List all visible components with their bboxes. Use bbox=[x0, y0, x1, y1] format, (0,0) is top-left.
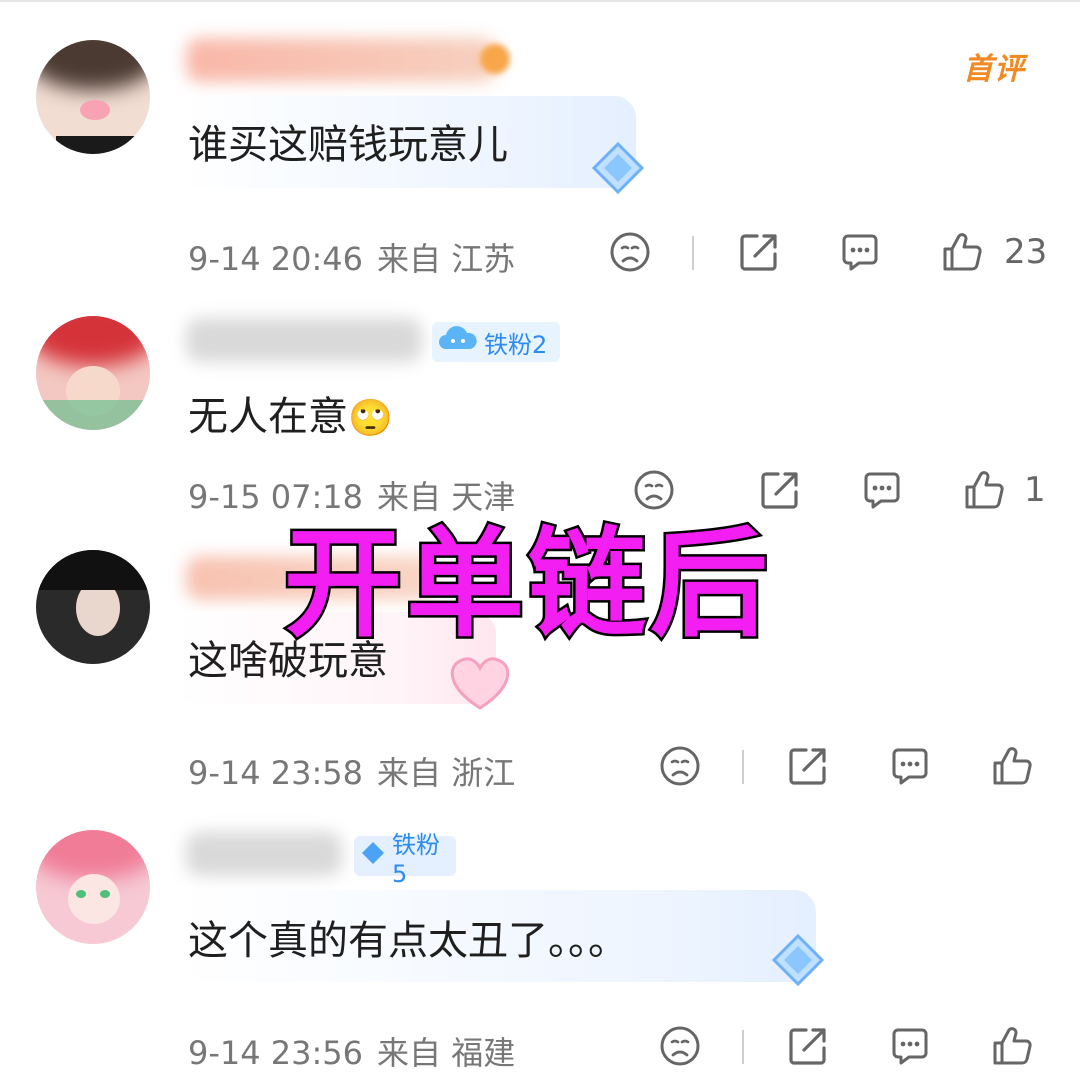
diamond-badge-icon bbox=[360, 840, 386, 872]
thumbs-up-icon[interactable] bbox=[940, 230, 984, 274]
thumbs-up-icon[interactable] bbox=[962, 468, 1006, 512]
comment-text-body: 无人在意 bbox=[188, 394, 348, 440]
comment-icon[interactable] bbox=[888, 744, 932, 788]
like-count: 1 bbox=[1024, 470, 1046, 510]
heart-icon bbox=[440, 650, 520, 718]
divider bbox=[692, 236, 694, 270]
dislike-face-icon[interactable] bbox=[658, 1024, 702, 1068]
avatar[interactable] bbox=[36, 40, 150, 154]
username-blurred[interactable] bbox=[186, 38, 496, 82]
diamond-icon bbox=[588, 140, 648, 200]
share-icon[interactable] bbox=[737, 230, 781, 274]
thumbs-up-icon[interactable] bbox=[990, 744, 1034, 788]
fan-badge: 铁粉2 bbox=[432, 322, 560, 362]
thumbs-up-icon[interactable] bbox=[990, 1024, 1034, 1068]
dislike-face-icon[interactable] bbox=[608, 230, 652, 274]
share-icon[interactable] bbox=[786, 1024, 830, 1068]
comment-text: 这个真的有点太丑了。。。 bbox=[188, 918, 628, 964]
comment-text: 无人在意🙄 bbox=[188, 384, 393, 442]
fan-badge-label: 铁粉5 bbox=[392, 830, 440, 888]
dislike-face-icon[interactable] bbox=[658, 744, 702, 788]
avatar[interactable] bbox=[36, 550, 150, 664]
comment-icon[interactable] bbox=[860, 468, 904, 512]
diamond-icon bbox=[768, 932, 828, 992]
comment-icon[interactable] bbox=[838, 230, 882, 274]
comment-text: 谁买这赔钱玩意儿 bbox=[188, 122, 508, 168]
level-icon bbox=[480, 44, 510, 74]
username-blurred[interactable] bbox=[186, 832, 342, 876]
divider bbox=[742, 750, 744, 784]
fan-badge-label: 铁粉2 bbox=[484, 330, 548, 359]
cloud-icon bbox=[438, 325, 478, 359]
rolling-eyes-emoji: 🙄 bbox=[348, 398, 393, 439]
fan-badge: 铁粉5 bbox=[354, 831, 456, 888]
pig-nose-sticker bbox=[80, 100, 110, 120]
comment-icon[interactable] bbox=[888, 1024, 932, 1068]
divider bbox=[742, 1030, 744, 1064]
top-divider bbox=[0, 0, 1080, 2]
like-count: 23 bbox=[1004, 232, 1048, 272]
username-blurred[interactable] bbox=[186, 318, 422, 362]
share-icon[interactable] bbox=[786, 744, 830, 788]
first-comment-badge: 首评 bbox=[963, 52, 1025, 87]
overlay-caption: 开单链后 bbox=[281, 513, 773, 656]
avatar[interactable] bbox=[36, 316, 150, 430]
avatar[interactable] bbox=[36, 830, 150, 944]
